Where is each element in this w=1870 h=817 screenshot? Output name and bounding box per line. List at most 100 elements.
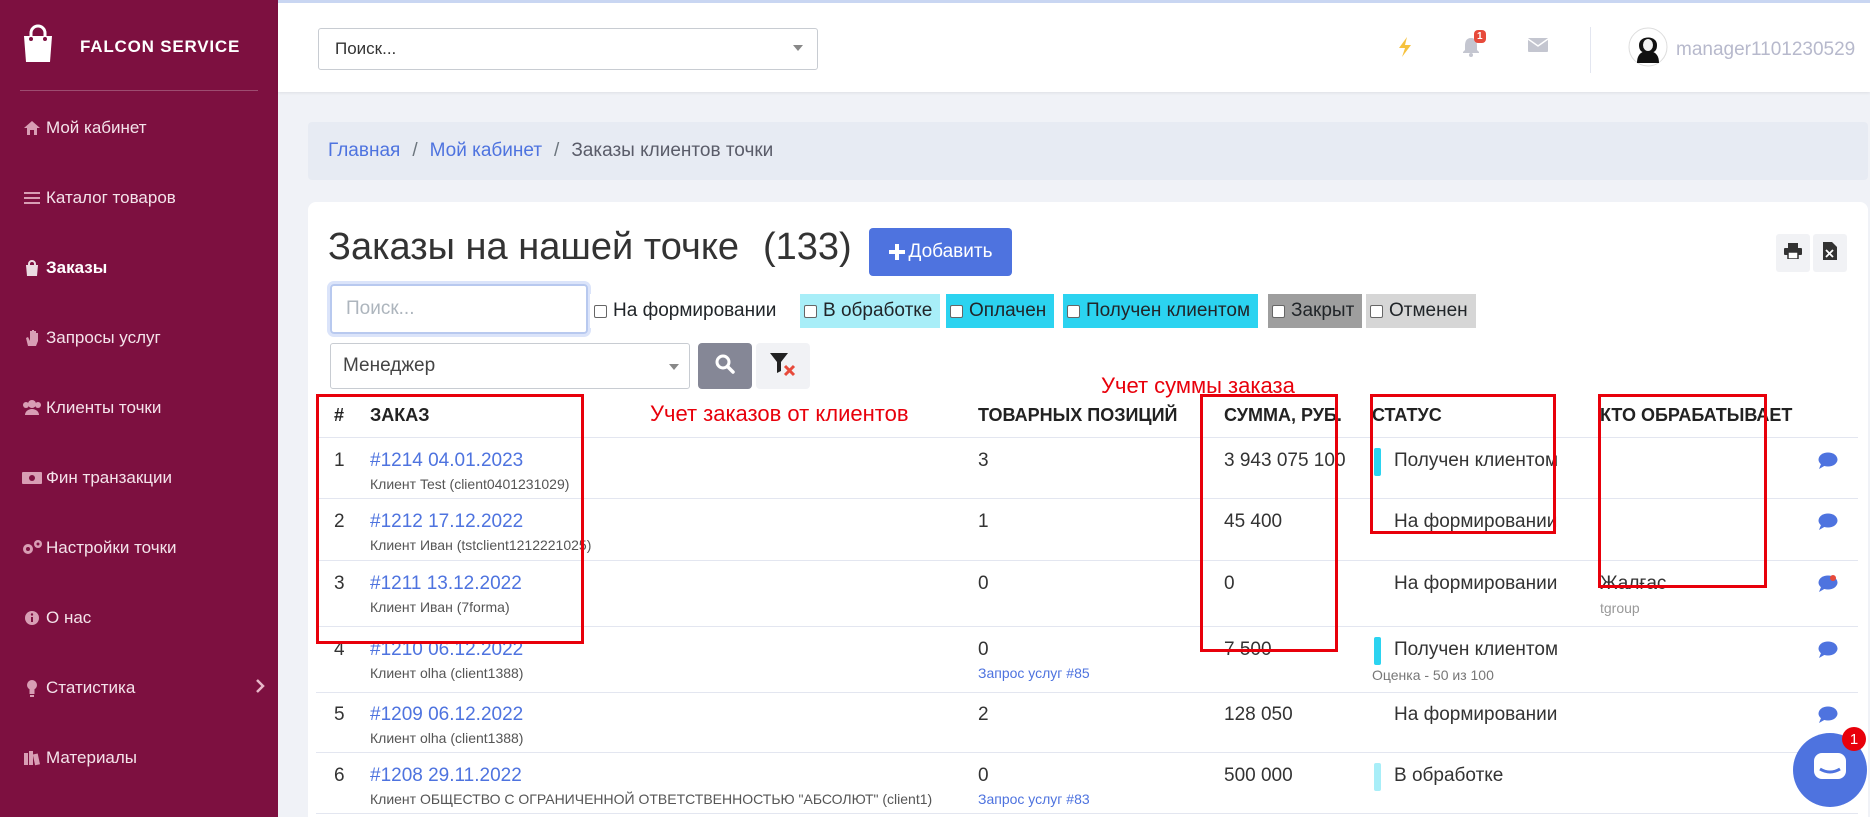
annotation-orders-label: Учет заказов от клиентов [650,401,909,426]
filter-label: Закрыт [1291,300,1355,321]
sidebar-item-cabinet[interactable]: Мой кабинет [20,108,265,148]
sidebar-item-settings[interactable]: Настройки точки [20,528,265,568]
status-marker [1374,637,1381,665]
order-link[interactable]: #1209 06.12.2022 [370,704,523,726]
comment-icon[interactable] [1818,641,1838,663]
bag-icon [20,259,44,277]
order-items: 2 [978,704,989,725]
order-items: 0 [978,573,989,594]
order-status: В обработке [1394,765,1504,786]
sidebar: FALCON SERVICE Мой кабинет Каталог товар… [0,0,278,817]
row-num: 6 [334,765,345,786]
breadcrumb-separator: / [554,140,560,161]
shopping-bag-icon [20,24,56,69]
comment-icon[interactable] [1818,513,1838,535]
sidebar-item-label: Каталог товаров [46,188,176,207]
order-link[interactable]: #1208 29.11.2022 [370,765,522,787]
orders-count: (133) [763,226,852,268]
checkbox[interactable] [1370,304,1383,318]
filter-cancelled-checkbox[interactable]: Отменен [1366,294,1476,328]
manager-select[interactable]: Менеджер [330,343,690,389]
filter-label: В обработке [823,300,933,321]
bell-icon[interactable]: 1 [1462,30,1486,62]
print-icon [1784,242,1802,264]
sidebar-item-label: Мой кабинет [46,118,147,137]
sidebar-item-catalog[interactable]: Каталог товаров [20,178,265,218]
order-handler-group: tgroup [1600,600,1640,616]
orders-search-input[interactable]: Поиск... [330,284,588,334]
global-search-select[interactable]: Поиск... [318,28,818,70]
chat-bubble-icon [1810,749,1850,792]
clear-filter-button[interactable] [756,343,810,389]
envelope-icon[interactable] [1527,37,1549,58]
sidebar-divider [20,90,258,91]
order-items: 1 [978,511,989,532]
order-items: 0 [978,639,989,660]
sidebar-item-materials[interactable]: Материалы [20,738,265,778]
breadcrumb-cabinet-link[interactable]: Мой кабинет [430,140,542,162]
notification-badge: 1 [1474,30,1486,43]
username[interactable]: manager1101230529 [1676,39,1855,61]
sidebar-item-clients[interactable]: Клиенты точки [20,388,265,428]
annotation-sum-label: Учет суммы заказа [1101,373,1295,398]
table-divider [316,692,1858,693]
sidebar-item-label: Клиенты точки [46,398,162,417]
checkbox[interactable] [804,304,817,318]
sidebar-item-fin-transactions[interactable]: Фин транзакции [20,458,265,498]
filter-clear-icon [769,351,797,382]
home-icon [20,120,44,136]
topbar-divider [1590,27,1591,73]
filter-paid-checkbox[interactable]: Оплачен [946,294,1055,328]
money-icon [20,471,44,485]
bulb-icon [20,679,44,697]
filter-forming-checkbox[interactable]: На формировании [590,294,785,328]
print-button[interactable] [1776,234,1810,272]
filter-received-checkbox[interactable]: Получен клиентом [1063,294,1259,328]
order-items: 0 [978,765,989,786]
sidebar-item-statistics[interactable]: Статистика [20,668,265,708]
checkbox[interactable] [594,304,607,318]
breadcrumb-home-link[interactable]: Главная [328,140,400,162]
table-divider [316,813,1858,814]
filter-label: Оплачен [969,300,1047,321]
sidebar-item-service-requests[interactable]: Запросы услуг [20,318,265,358]
lightning-icon[interactable] [1398,37,1412,62]
sidebar-item-orders[interactable]: Заказы [20,248,265,288]
sidebar-item-label: Статистика [46,678,136,697]
status-marker [1374,763,1381,791]
service-request-link[interactable]: Запрос услуг #83 [978,791,1090,807]
avatar[interactable] [1628,27,1668,67]
brand[interactable]: FALCON SERVICE [20,24,240,69]
global-search-placeholder: Поиск... [335,39,397,58]
order-status: На формировании [1394,573,1558,594]
excel-icon [1823,241,1837,265]
comment-unread-icon[interactable] [1818,575,1838,597]
add-order-label: Добавить [908,241,993,262]
filter-closed-checkbox[interactable]: Закрыт [1268,294,1363,328]
breadcrumb-separator: / [412,140,418,161]
service-request-link[interactable]: Запрос услуг #85 [978,665,1090,681]
page-title: Заказы на нашей точке [328,226,740,268]
sidebar-item-about[interactable]: О нас [20,598,265,638]
checkbox[interactable] [950,304,963,318]
chevron-down-icon [793,45,803,51]
order-status: На формировании [1394,704,1558,725]
order-sum: 128 050 [1224,704,1293,725]
info-icon [20,610,44,626]
checkbox[interactable] [1067,304,1080,318]
col-header-items[interactable]: ТОВАРНЫХ ПОЗИЦИЙ [978,405,1177,426]
filter-processing-checkbox[interactable]: В обработке [800,294,941,328]
breadcrumb: Главная / Мой кабинет / Заказы клиентов … [308,122,1868,180]
manager-select-value: Менеджер [343,355,436,376]
comment-icon[interactable] [1818,452,1838,474]
search-button[interactable] [698,343,752,389]
checkbox[interactable] [1272,304,1285,318]
chevron-down-icon [669,364,679,370]
sidebar-item-label: Настройки точки [46,538,177,557]
export-excel-button[interactable] [1813,234,1847,272]
users-icon [20,400,44,416]
add-order-button[interactable]: Добавить [869,228,1012,276]
sidebar-item-label: Фин транзакции [46,468,173,487]
cogs-icon [20,539,44,557]
comment-icon[interactable] [1818,706,1838,728]
